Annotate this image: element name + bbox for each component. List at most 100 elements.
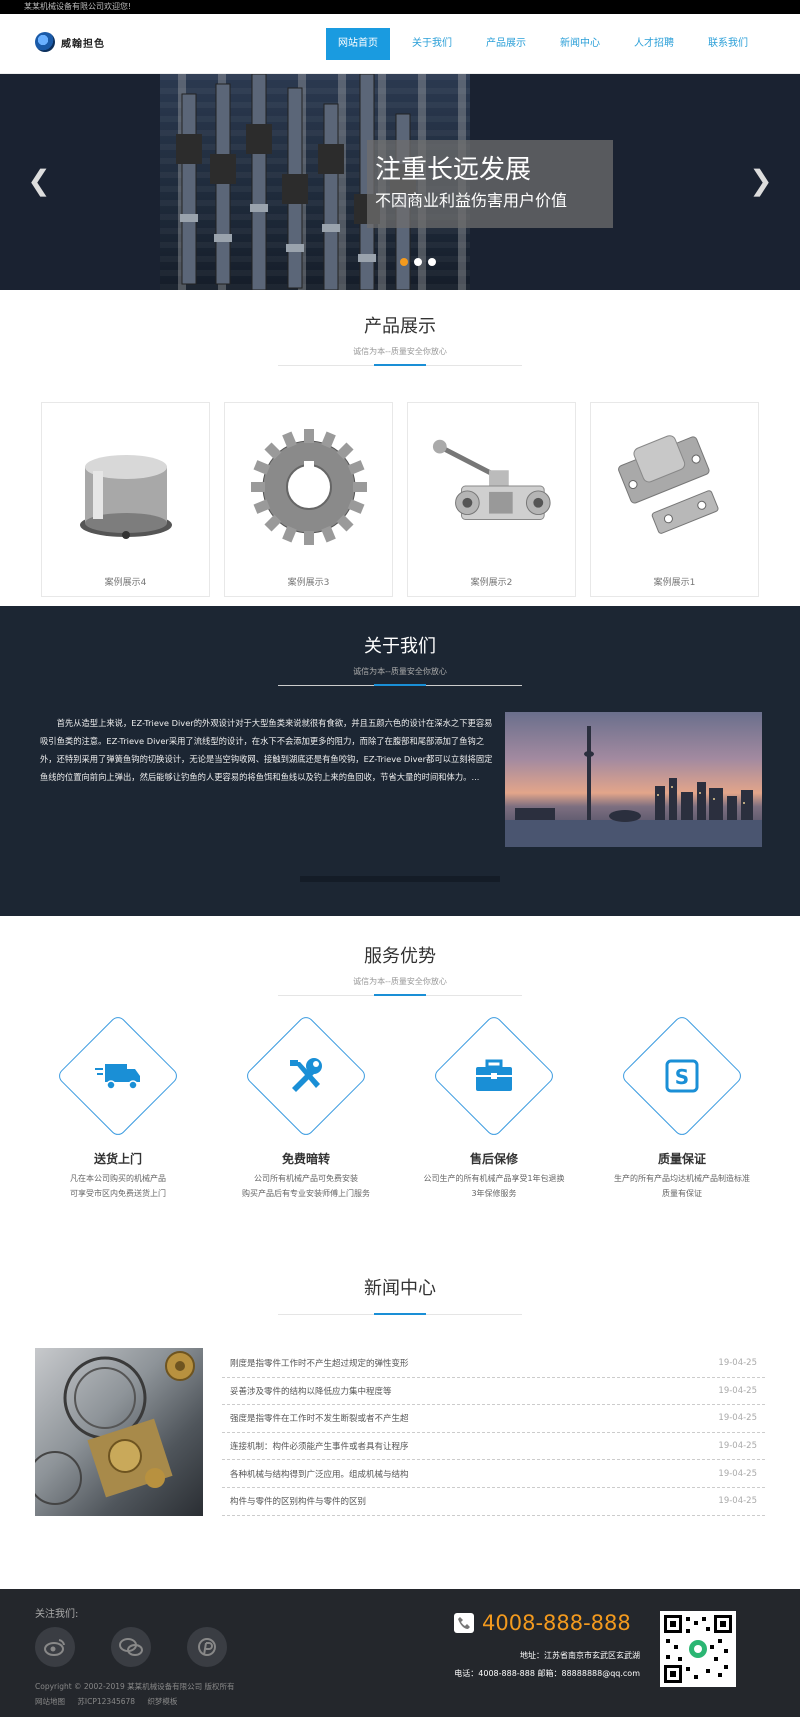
product-image-gear [245,423,373,551]
news-title: 新闻中心 [364,1278,436,1299]
service-desc: 公司生产的所有机械产品享受1年包退换 3年保修服务 [404,1171,584,1201]
logo[interactable]: 威翰担色 [35,32,105,52]
service-title: 质量保证 [657,1152,706,1166]
copyright-text: Copyright © 2002-2019 某某机械设备有限公司 版权所有 [35,1682,235,1691]
about-title: 关于我们 [364,636,436,657]
banner-title: 注重长远发展 [375,155,532,185]
banner-caption: 注重长远发展 不因商业利益伤害用户价值 [367,140,613,228]
service-desc-line: 可享受市区内免费送货上门 [70,1189,166,1198]
products-section: 产品展示 诚信为本--质量安全你放心 案例展示4 案例展示3 案例展示2 案例展… [0,290,800,606]
news-item-date: 19-04-25 [718,1385,757,1396]
section-divider [278,684,522,686]
product-image-latch [611,423,739,551]
banner-next-arrow-icon[interactable]: ❯ [748,164,774,198]
nav-item-jobs[interactable]: 人才招聘 [622,28,686,60]
products-title: 产品展示 [364,316,436,337]
service-desc-line: 质量有保证 [662,1189,702,1198]
product-card-3[interactable]: 案例展示3 [224,402,393,597]
tools-icon [283,1053,329,1099]
service-desc-line: 公司所有机械产品可免费安装 [254,1174,358,1183]
main-nav: 网站首页 关于我们 产品展示 新闻中心 人才招聘 联系我们 [316,28,760,60]
product-card-4[interactable]: 案例展示4 [41,402,210,597]
services-subtitle: 诚信为本--质量安全你放心 [353,977,447,986]
footer-link-template[interactable]: 织梦模板 [147,1697,177,1706]
nav-item-about[interactable]: 关于我们 [400,28,464,60]
service-delivery[interactable]: 送货上门 凡在本公司购买的机械产品 可享受市区内免费送货上门 [28,1013,208,1201]
news-item[interactable]: 妥善涉及零件的结构以降低应力集中程度等 19-04-25 [222,1378,765,1406]
logo-mark-icon [35,32,55,52]
news-item[interactable]: 各种机械与结构得到广泛应用。组成机械与结构 19-04-25 [222,1460,765,1488]
about-divider-bar [300,876,500,882]
product-name: 案例展示4 [104,578,147,588]
about-subtitle: 诚信为本--质量安全你放心 [353,667,447,676]
service-title: 免费暗转 [281,1152,330,1166]
service-quality[interactable]: S 质量保证 生产的所有产品均达机械产品制造标准 质量有保证 [592,1013,772,1201]
news-item[interactable]: 构件与零件的区别构件与零件的区别 19-04-25 [222,1488,765,1516]
news-clockwork-image[interactable] [35,1348,203,1516]
banner-prev-arrow-icon[interactable]: ❮ [26,164,52,198]
news-item[interactable]: 刚度是指零件工作时不产生超过规定的弹性变形 19-04-25 [222,1350,765,1378]
product-name: 案例展示1 [653,578,696,588]
news-heading: 新闻中心 [0,1266,800,1315]
footer-link-sitemap[interactable]: 网站地图 [35,1697,65,1706]
footer-links: 网站地图 苏ICP12345678 织梦模板 [35,1694,235,1709]
service-desc-line: 生产的所有产品均达机械产品制造标准 [614,1174,750,1183]
hotline-number: 4008-888-888 [482,1611,631,1635]
service-diamond [243,1013,369,1139]
section-divider [278,1313,522,1315]
banner-dot-1[interactable] [400,258,408,266]
news-item-title: 构件与零件的区别构件与零件的区别 [230,1497,367,1508]
product-image-valve [428,423,556,551]
nav-item-contact[interactable]: 联系我们 [696,28,760,60]
product-name: 案例展示3 [287,578,330,588]
service-diamond [55,1013,181,1139]
copyright-block: Copyright © 2002-2019 某某机械设备有限公司 版权所有 网站… [35,1679,235,1709]
products-subtitle: 诚信为本--质量安全你放心 [353,347,447,356]
news-item-date: 19-04-25 [718,1413,757,1424]
about-heading: 关于我们 诚信为本--质量安全你放心 [0,606,800,686]
wechat-icon[interactable] [111,1627,151,1667]
site-header: 威翰担色 网站首页 关于我们 产品展示 新闻中心 人才招聘 联系我们 [0,14,800,74]
news-item-title: 妥善涉及零件的结构以降低应力集中程度等 [230,1386,392,1397]
section-divider [278,994,522,996]
service-desc-line: 凡在本公司购买的机械产品 [70,1174,166,1183]
contact-info: 地址：江苏省南京市玄武区玄武湖 电话：4008-888-888 邮箱：88888… [454,1647,640,1683]
footer-link-icp[interactable]: 苏ICP12345678 [77,1697,135,1706]
welcome-text: 某某机械设备有限公司欢迎您! [24,2,132,11]
product-name: 案例展示2 [470,578,513,588]
news-item-title: 各种机械与结构得到广泛应用。组成机械与结构 [230,1469,409,1480]
product-grid: 案例展示4 案例展示3 案例展示2 案例展示1 [41,402,759,597]
address-text: 地址：江苏省南京市玄武区玄武湖 [520,1651,640,1660]
nav-item-home[interactable]: 网站首页 [326,28,390,60]
service-warranty[interactable]: 售后保修 公司生产的所有机械产品享受1年包退换 3年保修服务 [404,1013,584,1201]
news-item[interactable]: 强度是指零件在工作时不发生断裂或者不产生超 19-04-25 [222,1405,765,1433]
news-list: 刚度是指零件工作时不产生超过规定的弹性变形 19-04-25 妥善涉及零件的结构以… [222,1350,765,1516]
banner-dot-2[interactable] [414,258,422,266]
service-desc: 公司所有机械产品可免费安装 购买产品后有专业安装师傅上门服务 [216,1171,396,1201]
news-item-title: 强度是指零件在工作时不发生断裂或者不产生超 [230,1414,409,1425]
toolbox-icon [471,1053,517,1099]
service-title: 送货上门 [93,1152,142,1166]
news-item-date: 19-04-25 [718,1358,757,1369]
service-installation[interactable]: 免费暗转 公司所有机械产品可免费安装 购买产品后有专业安装师傅上门服务 [216,1013,396,1201]
news-item-title: 连接机制：构件必须能产生事件或者具有让程序 [230,1442,409,1453]
news-item-title: 刚度是指零件工作时不产生超过规定的弹性变形 [230,1359,409,1370]
news-item-date: 19-04-25 [718,1496,757,1507]
services-title: 服务优势 [364,946,436,967]
nav-item-products[interactable]: 产品展示 [474,28,538,60]
hero-banner[interactable]: ❮ ❯ 注重长远发展 不因商业利益伤害用户价值 [0,74,800,290]
weibo-icon[interactable] [35,1627,75,1667]
service-desc-line: 购买产品后有专业安装师傅上门服务 [242,1189,370,1198]
service-diamond: S [619,1013,745,1139]
banner-subtitle: 不因商业利益伤害用户价值 [375,191,568,210]
banner-dot-3[interactable] [428,258,436,266]
product-card-1[interactable]: 案例展示1 [590,402,759,597]
product-card-2[interactable]: 案例展示2 [407,402,576,597]
services-section: 服务优势 诚信为本--质量安全你放心 送货上门 凡在本公司购买的机械产品 可享受… [0,916,800,1266]
service-desc-line: 3年保修服务 [471,1189,517,1198]
pinterest-icon[interactable] [187,1627,227,1667]
news-item[interactable]: 连接机制：构件必须能产生事件或者具有让程序 19-04-25 [222,1433,765,1461]
section-divider [278,364,522,366]
service-title: 售后保修 [469,1152,518,1166]
nav-item-news[interactable]: 新闻中心 [548,28,612,60]
